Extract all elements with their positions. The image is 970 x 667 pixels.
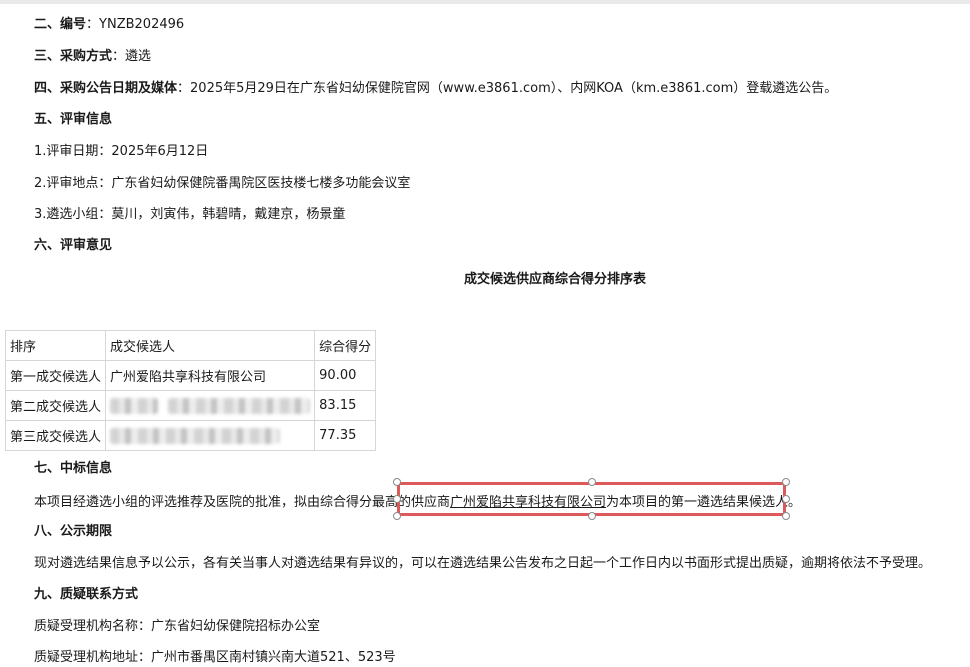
resize-handle-bottom-left[interactable] [393,512,401,520]
review-opinion-heading: 六、评审意见 [34,238,113,253]
publicity-heading: 八、公示期限 [34,524,113,539]
rank-cell: 第三成交候选人 [4,420,107,451]
section-heading: 三、采购方式 [34,49,113,64]
redaction-block [110,427,281,444]
announcement-line: 四、采购公告日期及媒体：2025年5月29日在广东省妇幼保健院官网（www.e3… [34,80,837,98]
procurement-method-line: 三、采购方式：遴选 [34,48,151,66]
score-table: 排序 成交候选人 综合得分 第一成交候选人 广州爱陷共享科技有限公司 90.00… [4,330,377,451]
resize-handle-top[interactable] [588,478,596,486]
rank-cell: 第一成交候选人 [4,360,107,391]
review-panel: 3.遴选小组：莫川，刘寅伟，韩碧晴，戴建京，杨景童 [34,207,346,222]
section-number-line: 二、编号：YNZB202496 [34,16,184,34]
table-row: 第一成交候选人 广州爱陷共享科技有限公司 90.00 [4,360,377,391]
inquiry-org-address: 质疑受理机构地址：广州市番禺区南村镇兴南大道521、523号 [34,650,396,665]
announcement-text: 2025年5月29日在广东省妇幼保健院官网（www.e3861.com）、内网K… [190,81,838,96]
redaction-block [168,397,311,414]
table-row: 第三成交候选人 77.35 [4,420,377,451]
resize-handle-left[interactable] [393,495,401,503]
colon: ： [112,49,126,64]
candidate-cell: 广州爱陷共享科技有限公司 [105,360,316,391]
table-row: 第二成交候选人 83.15 [4,390,377,421]
inquiry-heading: 九、质疑联系方式 [34,587,139,602]
review-info-heading: 五、评审信息 [34,112,113,127]
resize-handle-top-left[interactable] [393,478,401,486]
procurement-method-value: 遴选 [125,49,152,64]
score-cell: 83.15 [314,390,377,421]
rank-cell: 第二成交候选人 [4,390,107,421]
award-text-before: 本项目经遴选小组的评选推荐及医院的批准，拟由综合得分最高的供应商 [34,495,451,510]
section-heading: 四、采购公告日期及媒体 [34,81,178,96]
publicity-text: 现对遴选结果信息予以公示，各有关当事人对遴选结果有异议的，可以在遴选结果公告发布… [34,556,932,571]
header-candidate: 成交候选人 [105,330,316,361]
award-info-heading: 七、中标信息 [34,461,113,476]
redaction-block [110,397,159,414]
score-cell: 90.00 [314,360,377,391]
review-date: 1.评审日期：2025年6月12日 [34,144,209,159]
award-paragraph: 本项目经遴选小组的评选推荐及医院的批准，拟由综合得分最高的供应商广州爱陷共享科技… [34,491,801,510]
section-heading: 二、编号 [34,17,87,32]
resize-handle-bottom[interactable] [588,512,596,520]
inquiry-org-name: 质疑受理机构名称：广东省妇幼保健院招标办公室 [34,619,321,634]
candidate-cell-redacted [105,390,316,421]
review-location: 2.评审地点：广东省妇幼保健院番禺院区医技楼七楼多功能会议室 [34,176,411,191]
colon: ： [86,17,100,32]
candidate-cell-redacted [105,420,316,451]
header-score: 综合得分 [314,330,377,361]
table-title: 成交候选供应商综合得分排序表 [463,272,646,287]
project-number: YNZB202496 [99,17,185,32]
colon: ： [177,81,191,96]
header-rank: 排序 [4,330,107,361]
resize-handle-right[interactable] [782,495,790,503]
award-text-after: 为本项目的第一遴选结果候选人。 [606,495,802,510]
resize-handle-bottom-right[interactable] [782,512,790,520]
table-header-row: 排序 成交候选人 综合得分 [4,330,377,361]
supplier-link[interactable]: 广州爱陷共享科技有限公司 [450,495,606,510]
top-bar [0,0,970,4]
resize-handle-top-right[interactable] [782,478,790,486]
score-cell: 77.35 [314,420,377,451]
